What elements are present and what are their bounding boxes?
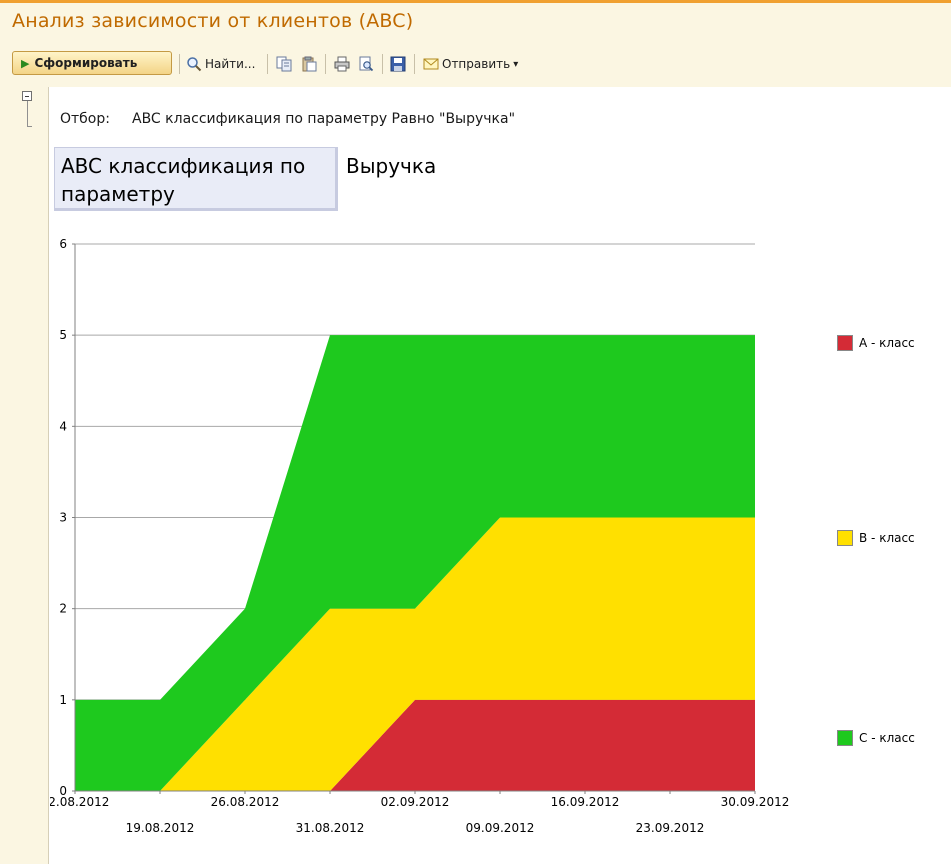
x-tick-label: 23.09.2012 bbox=[636, 821, 705, 835]
preview-button[interactable] bbox=[358, 53, 374, 75]
title-bar: Анализ зависимости от клиентов (ABC) bbox=[0, 3, 951, 39]
x-tick-label: 31.08.2012 bbox=[296, 821, 365, 835]
mail-icon bbox=[423, 58, 439, 70]
legend-swatch bbox=[837, 730, 853, 746]
generate-button-label: Сформировать bbox=[34, 56, 138, 70]
x-tick-label: 16.09.2012 bbox=[551, 795, 620, 809]
parameter-value: Выручка bbox=[346, 154, 437, 178]
legend-item-c: C - класс bbox=[837, 730, 915, 746]
toolbar: ▶ Сформировать Найти... Отправить ▾ bbox=[0, 39, 951, 87]
y-tick-label: 4 bbox=[59, 419, 67, 433]
copy-icon bbox=[276, 56, 292, 72]
parameter-name: ABC классификация по параметру bbox=[61, 154, 306, 206]
find-button[interactable]: Найти... bbox=[186, 53, 255, 75]
legend-item-b: B - класс bbox=[837, 530, 915, 546]
collapse-group-icon[interactable] bbox=[22, 91, 32, 101]
window-title: Анализ зависимости от клиентов (ABC) bbox=[12, 10, 414, 32]
legend-label: B - класс bbox=[859, 531, 915, 545]
filter-value: ABC классификация по параметру Равно "Вы… bbox=[132, 111, 516, 127]
group-tree-line bbox=[27, 126, 32, 127]
abc-area-chart: 012345612.08.201219.08.201226.08.201231.… bbox=[50, 237, 790, 835]
x-tick-label: 02.09.2012 bbox=[381, 795, 450, 809]
print-button[interactable] bbox=[334, 53, 350, 75]
parameter-name-cell: ABC классификация по параметру bbox=[54, 147, 338, 211]
toolbar-separator bbox=[414, 54, 415, 74]
print-icon bbox=[334, 56, 350, 72]
send-button[interactable]: Отправить ▾ bbox=[423, 53, 518, 75]
copy-button[interactable] bbox=[276, 53, 292, 75]
save-button[interactable] bbox=[390, 53, 406, 75]
play-icon: ▶ bbox=[21, 56, 30, 70]
paste-button[interactable] bbox=[301, 53, 317, 75]
preview-icon bbox=[359, 56, 374, 72]
y-tick-label: 1 bbox=[59, 693, 67, 707]
legend-swatch bbox=[837, 335, 853, 351]
legend-label: C - класс bbox=[859, 731, 915, 745]
x-tick-label: 30.09.2012 bbox=[721, 795, 790, 809]
toolbar-separator bbox=[325, 54, 326, 74]
legend-label: A - класс bbox=[859, 336, 915, 350]
send-button-label: Отправить bbox=[442, 57, 511, 71]
toolbar-separator bbox=[382, 54, 383, 74]
generate-button[interactable]: ▶ Сформировать bbox=[12, 51, 172, 75]
toolbar-separator bbox=[267, 54, 268, 74]
legend-swatch bbox=[837, 530, 853, 546]
search-icon bbox=[187, 57, 202, 72]
y-tick-label: 2 bbox=[59, 602, 67, 616]
toolbar-separator bbox=[179, 54, 180, 74]
y-tick-label: 3 bbox=[59, 511, 67, 525]
x-tick-label: 26.08.2012 bbox=[211, 795, 280, 809]
group-tree-line bbox=[27, 101, 28, 127]
find-button-label: Найти... bbox=[205, 57, 256, 71]
save-icon bbox=[390, 56, 406, 72]
group-gutter bbox=[0, 87, 49, 864]
paste-icon bbox=[302, 56, 317, 72]
y-tick-label: 6 bbox=[59, 237, 67, 251]
x-tick-label: 19.08.2012 bbox=[126, 821, 195, 835]
x-tick-label: 09.09.2012 bbox=[466, 821, 535, 835]
chevron-down-icon: ▾ bbox=[513, 58, 519, 70]
legend-item-a: A - класс bbox=[837, 335, 915, 351]
filter-label: Отбор: bbox=[60, 111, 110, 127]
x-tick-label: 12.08.2012 bbox=[50, 795, 109, 809]
y-tick-label: 5 bbox=[59, 328, 67, 342]
